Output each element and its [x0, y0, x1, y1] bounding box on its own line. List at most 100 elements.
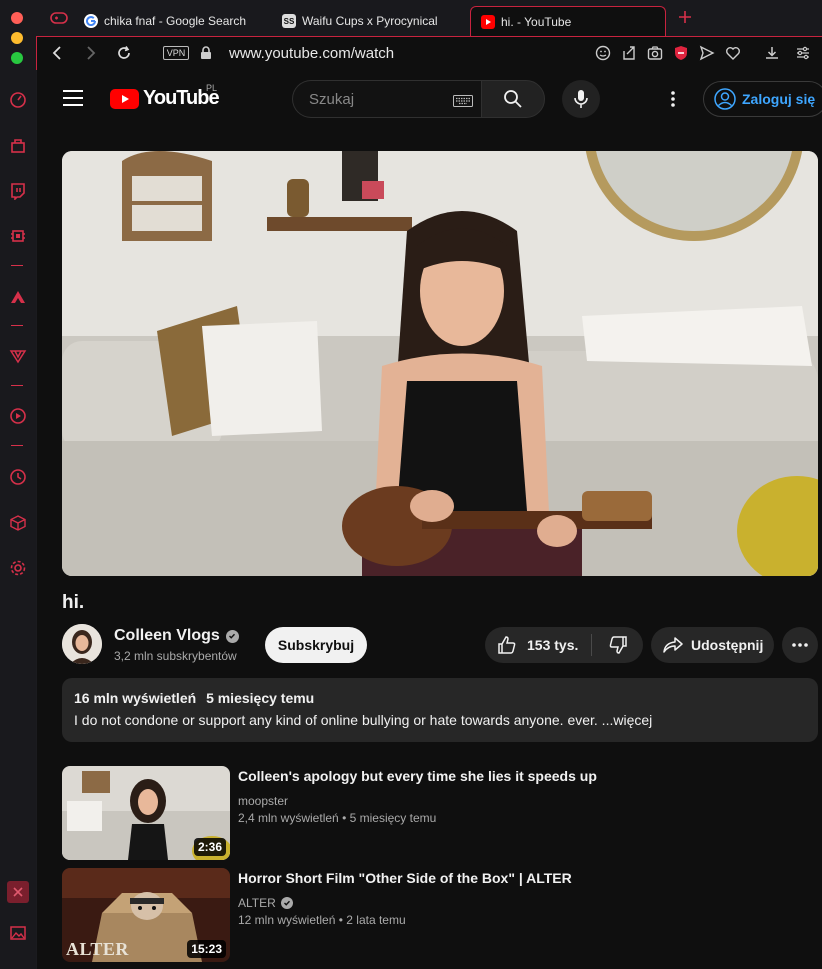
view-count: 16 mln wyświetleń: [74, 690, 197, 706]
easy-setup-icon[interactable]: [793, 43, 813, 63]
maximize-window-button[interactable]: [11, 52, 23, 64]
thumbnail-watermark: ALTER: [66, 939, 129, 959]
browser-sidebar: [0, 0, 36, 969]
recommended-channel[interactable]: moopster: [238, 794, 288, 808]
snapshot-icon[interactable]: [7, 881, 29, 903]
tab-youtube[interactable]: hi. - YouTube: [470, 6, 666, 36]
lock-icon[interactable]: [196, 43, 216, 63]
search-input[interactable]: Szukaj: [309, 91, 354, 108]
youtube-header: YouTube PL Szukaj Zaloguj się: [37, 70, 822, 130]
recommended-channel-name: moopster: [238, 794, 289, 808]
tab-google-search[interactable]: chika fnaf - Google Search: [74, 6, 264, 36]
voice-search-button[interactable]: [562, 80, 600, 118]
youtube-page: YouTube PL Szukaj Zaloguj się hi. Collee…: [37, 70, 822, 969]
video-thumbnail[interactable]: ALTER 15:23: [62, 868, 230, 962]
recommended-meta: 12 mln wyświetleń • 2 lata temu: [238, 913, 406, 927]
description-text: I do not condone or support any kind of …: [74, 712, 653, 728]
gx-control-icon[interactable]: [7, 225, 29, 247]
speed-dial-icon[interactable]: [7, 89, 29, 111]
history-icon[interactable]: [7, 466, 29, 488]
wallpaper-icon[interactable]: [7, 922, 29, 944]
more-horizontal-icon: [792, 643, 808, 647]
channel-name[interactable]: Colleen Vlogs: [114, 627, 239, 645]
forward-button[interactable]: [81, 43, 101, 63]
recommended-age: 2 lata temu: [346, 913, 406, 927]
video-duration: 15:23: [187, 940, 226, 958]
channel-avatar[interactable]: [62, 624, 102, 664]
sign-in-button[interactable]: Zaloguj się: [703, 81, 822, 117]
youtube-icon: [481, 14, 495, 29]
menu-icon[interactable]: [63, 90, 83, 106]
settings-gear-icon[interactable]: [7, 557, 29, 579]
video-duration: 2:36: [193, 838, 226, 856]
recommended-views: 12 mln wyświetleń: [238, 913, 336, 927]
sidebar-separator: [11, 445, 23, 446]
verified-icon: [280, 897, 293, 909]
send-icon[interactable]: [697, 43, 717, 63]
search-button[interactable]: [481, 80, 545, 118]
address-bar: VPN www.youtube.com/watch: [36, 36, 822, 70]
like-button[interactable]: 153 tys.: [485, 627, 591, 663]
twitch-icon[interactable]: [7, 180, 29, 202]
video-title: hi.: [62, 592, 85, 613]
minimize-window-button[interactable]: [11, 32, 23, 44]
video-description[interactable]: 16 mln wyświetleń 5 miesięcy temu I do n…: [62, 678, 818, 742]
close-window-button[interactable]: [11, 12, 23, 24]
adblock-shield-icon[interactable]: [671, 43, 691, 63]
heart-icon[interactable]: [723, 43, 743, 63]
search-box[interactable]: Szukaj: [292, 80, 482, 118]
new-tab-button[interactable]: [676, 8, 694, 26]
player-icon[interactable]: [7, 405, 29, 427]
browser-window: chika fnaf - Google Search SS Waifu Cups…: [0, 0, 822, 969]
recommended-meta: 2,4 mln wyświetleń • 5 miesięcy temu: [238, 811, 437, 825]
share-arrow-icon: [663, 637, 683, 653]
video-owner-row: Colleen Vlogs 3,2 mln subskrybentów Subs…: [62, 624, 822, 666]
video-player[interactable]: [62, 151, 818, 576]
recommended-channel-name: ALTER: [238, 896, 276, 910]
settings-more-icon[interactable]: [662, 88, 684, 110]
ss-icon: SS: [282, 14, 296, 28]
youtube-logo[interactable]: YouTube PL: [110, 83, 220, 110]
dislike-button[interactable]: [592, 627, 643, 663]
description-meta: 16 mln wyświetleń 5 miesięcy temu: [74, 690, 806, 706]
share-label: Udostępnij: [691, 637, 764, 653]
emoji-icon[interactable]: [593, 43, 613, 63]
keyboard-icon[interactable]: [453, 94, 473, 112]
more-actions-button[interactable]: [782, 627, 818, 663]
back-button[interactable]: [47, 43, 67, 63]
camera-icon[interactable]: [645, 43, 665, 63]
sign-in-label: Zaloguj się: [742, 91, 816, 107]
search-icon: [504, 90, 522, 108]
tab-label: chika fnaf - Google Search: [104, 14, 247, 28]
upload-age: 5 miesięcy temu: [206, 690, 315, 706]
download-icon[interactable]: [762, 43, 782, 63]
recommended-title[interactable]: Colleen's apology but every time she lie…: [238, 768, 597, 784]
url-text[interactable]: www.youtube.com/watch: [229, 45, 394, 62]
recommended-video[interactable]: ALTER 15:23 Horror Short Film "Other Sid…: [62, 868, 822, 962]
share-button[interactable]: Udostępnij: [651, 627, 774, 663]
extensions-cube-icon[interactable]: [7, 512, 29, 534]
recommended-title[interactable]: Horror Short Film "Other Side of the Box…: [238, 870, 572, 886]
vpn-badge[interactable]: VPN: [163, 46, 189, 60]
video-thumbnail[interactable]: 2:36: [62, 766, 230, 860]
youtube-play-icon: [110, 88, 139, 109]
tab-label: Waifu Cups x Pyrocynical: [302, 14, 438, 28]
gx-corner-icon[interactable]: [7, 135, 29, 157]
vk-icon[interactable]: [7, 345, 29, 367]
reload-button[interactable]: [114, 43, 134, 63]
google-icon: [84, 14, 98, 28]
sidebar-separator: [11, 385, 23, 386]
recommended-video[interactable]: 2:36 Colleen's apology but every time sh…: [62, 766, 822, 860]
subscribe-button[interactable]: Subskrybuj: [265, 627, 367, 663]
tab-label: hi. - YouTube: [501, 14, 572, 29]
verified-icon: [225, 629, 239, 643]
recommended-views: 2,4 mln wyświetleń: [238, 811, 339, 825]
account-icon: [714, 88, 736, 110]
sidebar-separator: [11, 265, 23, 266]
video-frame-illustration: [62, 151, 818, 576]
tab-waifu-cups[interactable]: SS Waifu Cups x Pyrocynical: [272, 6, 462, 36]
aria-icon[interactable]: [7, 286, 29, 308]
gx-gamepad-icon[interactable]: [50, 11, 68, 30]
share-page-icon[interactable]: [619, 43, 639, 63]
recommended-channel[interactable]: ALTER: [238, 896, 293, 910]
